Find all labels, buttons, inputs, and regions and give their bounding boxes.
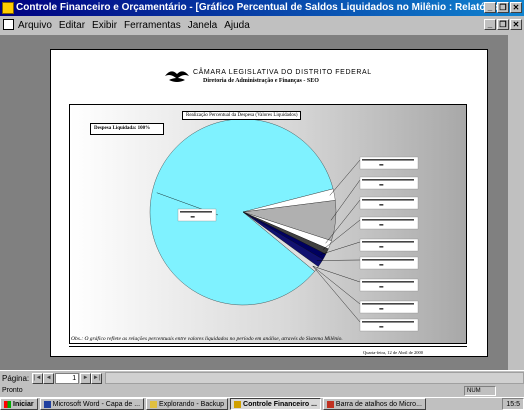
task-explorer[interactable]: Explorando - Backup: [146, 398, 229, 410]
folder-icon: [150, 400, 158, 408]
task-controle[interactable]: Controle Financeiro ...: [230, 398, 321, 410]
status-bar: Pronto NUM: [0, 385, 524, 397]
menu-janela[interactable]: Janela: [188, 20, 217, 31]
menu-editar[interactable]: Editar: [59, 20, 85, 31]
horizontal-scrollbar[interactable]: [105, 372, 524, 384]
leader-line-7: [312, 265, 361, 283]
slice-label-9: [359, 318, 419, 332]
maximize-button[interactable]: ❐: [497, 2, 509, 13]
slice-label-1: [359, 156, 419, 170]
doc-minimize-button[interactable]: _: [484, 19, 496, 30]
menu-ajuda[interactable]: Ajuda: [224, 20, 250, 31]
key-icon: [234, 400, 242, 408]
slice-label-5: [359, 238, 419, 252]
footer-divider: [69, 346, 467, 347]
status-text: Pronto: [2, 387, 23, 394]
document-controls: _ ❐ ✕: [484, 19, 522, 30]
doc-close-button[interactable]: ✕: [510, 19, 522, 30]
prev-page-button[interactable]: ◄: [43, 372, 55, 384]
app-icon: [2, 2, 14, 14]
slice-label-6: [359, 256, 419, 270]
last-page-button[interactable]: ►|: [91, 372, 103, 384]
report-page: CÂMARA LEGISLATIVA DO DISTRITO FEDERAL D…: [50, 49, 488, 357]
office-icon: [326, 400, 334, 408]
minimize-button[interactable]: _: [484, 2, 496, 13]
report-workspace: CÂMARA LEGISLATIVA DO DISTRITO FEDERAL D…: [0, 35, 524, 370]
slice-label-4: [359, 216, 419, 230]
slice-label-7: [359, 278, 419, 292]
org-subtitle: Diretoria de Administração e Finanças - …: [203, 78, 319, 84]
task-office-bar[interactable]: Barra de atalhos do Micro...: [322, 398, 426, 410]
report-note: Obs.: O gráfico reflete as relações perc…: [71, 336, 343, 342]
word-icon: [43, 400, 51, 408]
doc-restore-button[interactable]: ❐: [497, 19, 509, 30]
clock: 15:5: [506, 400, 520, 408]
leader-line-6: [316, 259, 361, 261]
menu-ferramentas[interactable]: Ferramentas: [124, 20, 181, 31]
task-word-label: Microsoft Word - Capa de ...: [52, 400, 141, 408]
slice-label-8: [359, 300, 419, 314]
camara-logo-icon: [165, 71, 189, 82]
window-titlebar: Controle Financeiro e Orçamentário - [Gr…: [0, 0, 524, 16]
page-label: Página:: [2, 373, 30, 383]
menu-bar: Arquivo Editar Exibir Ferramentas Janela…: [0, 16, 524, 34]
window-controls: _ ❐ ✕: [484, 2, 522, 13]
record-navigation: Página: |◄ ◄ 1 ► ►|: [0, 370, 524, 385]
window-title: Controle Financeiro e Orçamentário - [Gr…: [16, 2, 502, 13]
chart-panel: Realização Percentual da Despesa (Valore…: [69, 104, 467, 344]
system-tray: 15:5: [502, 398, 524, 410]
task-explorer-label: Explorando - Backup: [159, 400, 225, 408]
chart-title: Realização Percentual da Despesa (Valore…: [182, 111, 302, 120]
start-button[interactable]: Iniciar: [0, 398, 38, 410]
close-button[interactable]: ✕: [510, 2, 522, 13]
first-page-button[interactable]: |◄: [32, 372, 44, 384]
slice-label-0: [177, 208, 217, 222]
menu-arquivo[interactable]: Arquivo: [18, 20, 52, 31]
num-lock-indicator: NUM: [464, 386, 496, 396]
legend-box: Despesa Liquidada: 100%: [90, 123, 164, 135]
pie-chart: [149, 118, 419, 332]
org-name: CÂMARA LEGISLATIVA DO DISTRITO FEDERAL: [193, 69, 372, 76]
document-icon[interactable]: [3, 19, 14, 30]
slice-label-2: [359, 176, 419, 190]
task-controle-label: Controle Financeiro ...: [243, 400, 317, 408]
leader-line-1: [329, 159, 361, 196]
windows-logo-icon: [4, 400, 11, 408]
menu-exibir[interactable]: Exibir: [92, 20, 117, 31]
vertical-scrollbar[interactable]: [508, 35, 524, 370]
leader-line-8: [312, 265, 361, 305]
start-label: Iniciar: [13, 400, 34, 408]
next-page-button[interactable]: ►: [80, 372, 92, 384]
page-number-input[interactable]: 1: [55, 372, 80, 384]
task-word[interactable]: Microsoft Word - Capa de ...: [39, 398, 145, 410]
task-office-label: Barra de atalhos do Micro...: [335, 400, 422, 408]
report-date: Quarta-feira, 12 de Abril de 2000: [363, 350, 423, 355]
taskbar: Iniciar Microsoft Word - Capa de ... Exp…: [0, 397, 524, 410]
slice-label-3: [359, 196, 419, 210]
leader-line-9: [312, 266, 361, 323]
